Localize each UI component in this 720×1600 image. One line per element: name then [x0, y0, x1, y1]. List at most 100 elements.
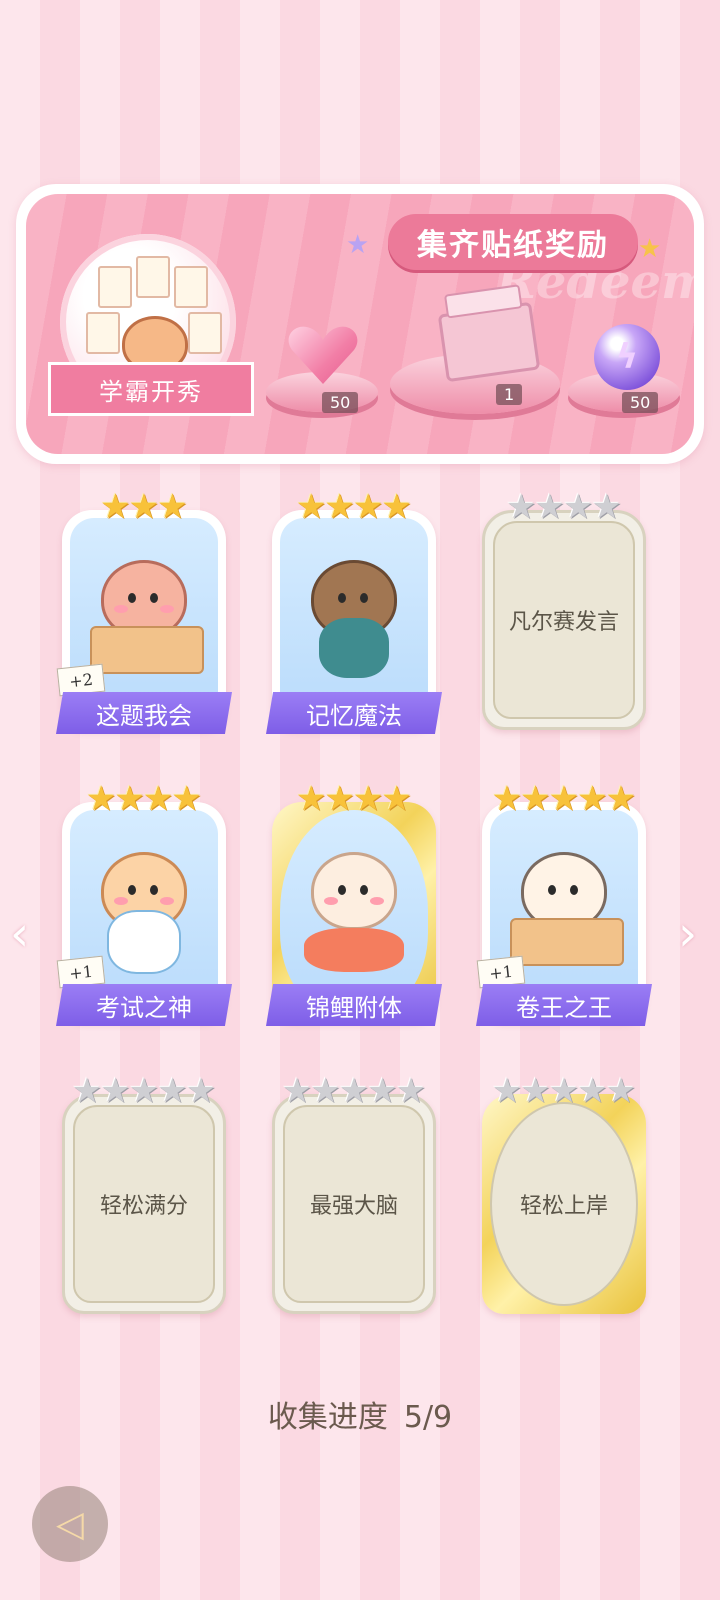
sticker-art — [280, 810, 428, 1014]
star-icon: ★ — [353, 487, 384, 527]
bonus-badge: +1 — [56, 955, 106, 989]
star-rating: ★ ★ ★ ★ ★ — [482, 1074, 646, 1108]
sticker-card[interactable]: +2 这题我会 ★ ★ ★ — [56, 490, 232, 734]
star-icon: ★ — [86, 779, 117, 819]
sticker-set-label: 学霸开秀 — [48, 362, 254, 416]
sticker-frame: 轻松满分 — [62, 1094, 226, 1314]
star-icon: ★ — [381, 487, 412, 527]
desk-icon — [90, 626, 204, 674]
sticker-name: 记忆魔法 — [266, 692, 442, 734]
sign-icon — [107, 910, 181, 974]
sticker-frame: 记忆魔法 — [266, 510, 442, 734]
star-icon: ★ — [157, 1071, 188, 1111]
bonus-badge: +2 — [56, 663, 106, 697]
star-icon: ★ — [605, 1071, 637, 1111]
star-icon: ★ — [338, 1071, 370, 1111]
sticker-name: 最强大脑 — [309, 1194, 398, 1219]
star-icon: ★ — [548, 1071, 580, 1111]
star-icon: ★ — [171, 779, 202, 819]
previous-page-arrow-icon[interactable]: ‹ — [10, 906, 29, 962]
sticker-placeholder: 最强大脑 — [283, 1105, 425, 1303]
star-rating: ★ ★ ★ ★ — [272, 782, 436, 816]
sticker-card-locked[interactable]: 最强大脑 ★ ★ ★ ★ ★ — [272, 1074, 436, 1314]
star-rating: ★ ★ ★ ★ ★ — [272, 1074, 436, 1108]
collection-progress: 收集进度 5/9 — [0, 1392, 720, 1436]
star-icon: ★ — [143, 779, 174, 819]
star-icon: ★ — [395, 1071, 427, 1111]
star-icon: ★ — [185, 1071, 217, 1111]
reward-count: 50 — [322, 392, 359, 413]
back-button[interactable]: ◁ — [32, 1486, 108, 1562]
sticker-name: 考试之神 — [56, 984, 232, 1026]
gift-box-lid — [443, 284, 523, 319]
sticker-card[interactable]: +1 考试之神 ★ ★ ★ ★ — [56, 782, 232, 1026]
sparkle-icon: ★ — [346, 230, 370, 260]
star-icon: ★ — [324, 779, 355, 819]
wizard-robe-icon — [319, 618, 389, 678]
sticker-card-locked[interactable]: 轻松满分 ★ ★ ★ ★ ★ — [62, 1074, 226, 1314]
bear-mascot-icon — [311, 852, 397, 930]
star-icon: ★ — [591, 487, 622, 527]
reward-count: 50 — [622, 392, 659, 413]
star-icon: ★ — [296, 779, 327, 819]
sticker-name: 锦鲤附体 — [266, 984, 442, 1026]
sticker-placeholder: 轻松上岸 — [490, 1102, 638, 1306]
star-icon: ★ — [281, 1071, 313, 1111]
back-arrow-icon: ◁ — [56, 1503, 84, 1545]
star-icon: ★ — [324, 487, 355, 527]
next-page-arrow-icon[interactable]: › — [678, 906, 697, 962]
paper-icon — [98, 266, 132, 308]
sticker-card[interactable]: +1 卷王之王 ★ ★ ★ ★ ★ — [476, 782, 652, 1026]
gift-box-icon[interactable] — [437, 284, 541, 383]
star-icon: ★ — [491, 1071, 523, 1111]
star-icon: ★ — [577, 1071, 608, 1111]
sticker-card[interactable]: 锦鲤附体 ★ ★ ★ ★ — [266, 782, 442, 1026]
sticker-name: 轻松上岸 — [519, 1194, 608, 1219]
progress-value: 5/9 — [403, 1400, 453, 1435]
energy-orb-icon[interactable]: ϟ — [594, 324, 660, 390]
progress-label: 收集进度 — [267, 1400, 388, 1435]
star-icon: ★ — [353, 779, 384, 819]
reward-title: 集齐贴纸奖励 — [388, 214, 638, 270]
star-rating: ★ ★ ★ ★ — [272, 490, 436, 524]
star-icon: ★ — [100, 487, 131, 527]
sticker-frame: +2 这题我会 — [56, 510, 232, 734]
sticker-placeholder: 凡尔赛发言 — [493, 521, 635, 719]
reward-banner: Redeem ★ ★ 集齐贴纸奖励 学霸开秀 50 1 ϟ 50 — [16, 184, 704, 464]
star-rating: ★ ★ ★ ★ — [62, 782, 226, 816]
sticker-frame: 凡尔赛发言 — [482, 510, 646, 730]
star-icon: ★ — [506, 487, 537, 527]
sticker-card[interactable]: 记忆魔法 ★ ★ ★ ★ — [266, 490, 442, 734]
star-icon: ★ — [157, 487, 188, 527]
star-icon: ★ — [71, 1071, 103, 1111]
paper-icon — [188, 312, 222, 354]
star-icon: ★ — [100, 1071, 131, 1111]
star-icon: ★ — [296, 487, 327, 527]
star-icon: ★ — [114, 779, 145, 819]
sparkle-icon: ★ — [638, 234, 662, 264]
sticker-frame: 最强大脑 — [272, 1094, 436, 1314]
sticker-placeholder: 轻松满分 — [73, 1105, 215, 1303]
sticker-name: 凡尔赛发言 — [508, 610, 619, 635]
bonus-badge: +1 — [476, 955, 526, 989]
koi-fish-icon — [304, 928, 404, 972]
sticker-name: 这题我会 — [56, 692, 232, 734]
sticker-frame: 轻松上岸 — [482, 1094, 646, 1314]
sticker-name: 卷王之王 — [476, 984, 652, 1026]
desk-icon — [510, 918, 624, 966]
sticker-card-locked[interactable]: 轻松上岸 ★ ★ ★ ★ ★ — [482, 1074, 646, 1314]
star-icon: ★ — [310, 1071, 341, 1111]
star-icon: ★ — [367, 1071, 398, 1111]
star-icon: ★ — [128, 487, 160, 527]
star-icon: ★ — [520, 779, 551, 819]
sticker-frame: 锦鲤附体 — [266, 802, 442, 1026]
sticker-card-locked[interactable]: 凡尔赛发言 ★ ★ ★ ★ — [482, 490, 646, 730]
sticker-frame: +1 考试之神 — [56, 802, 232, 1026]
sticker-name: 轻松满分 — [99, 1194, 188, 1219]
paper-icon — [136, 256, 170, 298]
star-rating: ★ ★ ★ ★ ★ — [62, 1074, 226, 1108]
star-icon: ★ — [491, 779, 523, 819]
reward-banner-inner: Redeem ★ ★ 集齐贴纸奖励 学霸开秀 50 1 ϟ 50 — [26, 194, 694, 454]
star-icon: ★ — [548, 779, 580, 819]
star-icon: ★ — [520, 1071, 551, 1111]
